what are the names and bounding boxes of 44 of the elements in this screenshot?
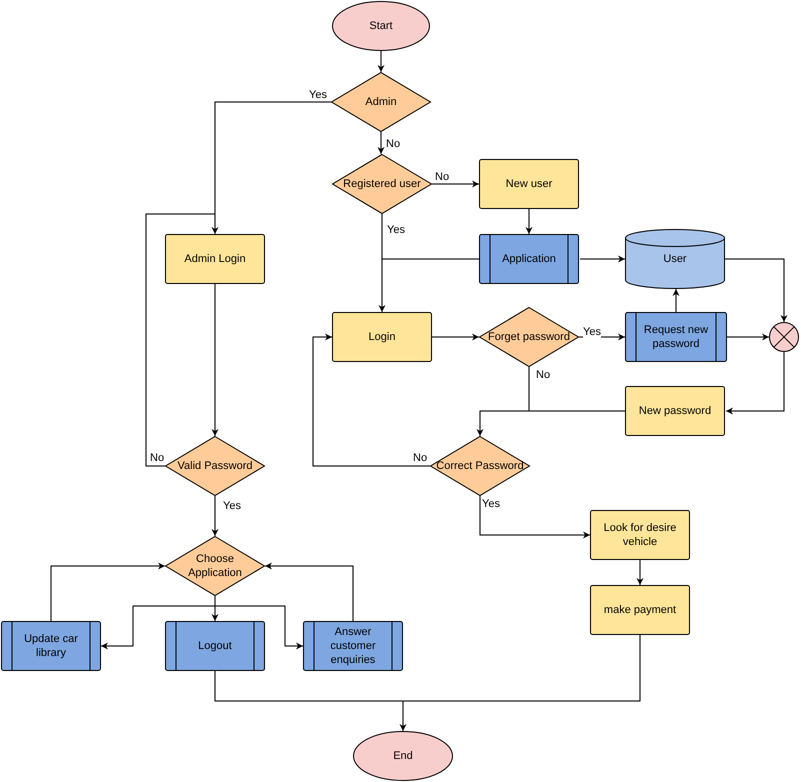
decision-node: Forget password: [479, 307, 579, 367]
connector-arrow: [726, 352, 784, 414]
subprocess-node: Application: [479, 234, 579, 284]
process-node: Admin Login: [165, 234, 265, 284]
subprocess-node: Request new password: [625, 312, 727, 362]
connector-line: [528, 366, 530, 412]
connector-arrow: [636, 560, 644, 586]
connector-arrow: [212, 496, 218, 536]
subprocess-node: Answer customer enquiries: [303, 621, 403, 671]
edge-label: No: [150, 452, 164, 464]
process-node: New user: [479, 159, 579, 209]
connector-arrow: [378, 132, 384, 154]
process-node: Look for desire vehicle: [590, 510, 690, 560]
connector-arrow: [378, 50, 384, 72]
terminal-node: End: [353, 731, 453, 781]
edge-label: Yes: [387, 224, 405, 236]
edge-label: Yes: [223, 500, 241, 512]
decision-node: Admin: [331, 72, 431, 132]
connector-arrow: [526, 208, 532, 234]
connector-arrow: [580, 256, 626, 262]
process-node: New password: [625, 386, 725, 436]
connector-arrow: [726, 334, 770, 340]
database-node: User: [625, 229, 725, 289]
terminal-node: Start: [332, 1, 430, 51]
connector-arrow: [672, 288, 680, 312]
edge-label: Yes: [309, 89, 327, 101]
edge-label: No: [413, 452, 428, 464]
connector-arrow: [432, 180, 480, 188]
decision-node: Correct Password: [430, 436, 530, 496]
edge-label: No: [386, 138, 400, 150]
subprocess-node: Logout: [165, 621, 265, 671]
connector-arrow: [578, 334, 626, 340]
decision-node: Choose Application: [165, 536, 265, 596]
edge-label: Yes: [482, 498, 500, 510]
edge-label: No: [536, 369, 550, 381]
edge-label: Yes: [583, 326, 601, 338]
edge-label: No: [435, 171, 450, 183]
subprocess-node: Update car library: [1, 621, 101, 671]
junction-node: [769, 322, 799, 352]
decision-node: Registered user: [332, 154, 432, 214]
connector-arrow: [724, 258, 788, 322]
decision-node: Valid Password: [165, 436, 265, 496]
process-node: make payment: [590, 585, 690, 635]
process-node: Login: [332, 312, 432, 362]
